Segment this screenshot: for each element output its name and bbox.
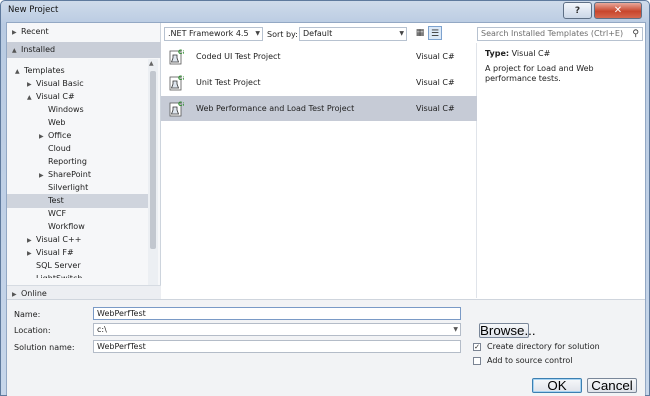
tree-item[interactable]: ▶ SharePoint (7, 168, 148, 182)
tree-item[interactable]: SQL Server (7, 259, 148, 273)
solution-name-label: Solution name: (14, 343, 75, 352)
template-name: Unit Test Project (196, 78, 261, 87)
tree-item[interactable]: ▲ Templates (7, 64, 148, 78)
solution-name-input[interactable]: WebPerfTest (93, 340, 461, 353)
type-line: Type: Visual C# (485, 49, 637, 59)
project-form: Name: WebPerfTest Location: c:\ ▼ Browse… (7, 299, 645, 396)
tree-item[interactable]: ▶ Office (7, 129, 148, 143)
source-control-label: Add to source control (487, 356, 573, 365)
title-bar: New Project ? ✕ (1, 1, 649, 22)
tree-item[interactable]: ▶ Visual F# (7, 246, 148, 260)
chevron-down-icon: ▼ (399, 30, 404, 37)
tree-item-label: Silverlight (48, 183, 89, 192)
ok-button[interactable]: OK (532, 378, 582, 393)
type-value: Visual C# (511, 49, 551, 58)
tree-item-label: Visual F# (36, 248, 74, 257)
template-details: Type: Visual C# A project for Load and W… (485, 49, 637, 84)
chevron-down-icon[interactable]: ▼ (453, 324, 458, 335)
source-control-checkbox[interactable] (473, 357, 481, 365)
sort-by-label: Sort by: (267, 30, 298, 39)
framework-select[interactable]: .NET Framework 4.5 ▼ (164, 27, 263, 41)
template-nav-pane: ▶ Recent ▲ Installed ▲ Templates ▶ Visual Bas… (7, 23, 161, 300)
svg-text:C#: C# (178, 75, 184, 82)
tree-item[interactable]: Workflow (7, 220, 148, 234)
new-project-dialog: New Project ? ✕ ▶ Recent ▲ Installed ▲ Temp… (0, 0, 650, 396)
tree-item-label: Workflow (48, 222, 85, 231)
scrollbar-thumb[interactable] (150, 71, 156, 249)
tree-scrollbar[interactable]: ▲ ▼ (148, 59, 158, 298)
tree-item[interactable]: Cloud (7, 142, 148, 156)
template-language: Visual C# (416, 78, 455, 87)
tree-item[interactable]: ▲ Visual C# (7, 90, 148, 104)
location-label: Location: (14, 326, 51, 335)
template-language: Visual C# (416, 52, 455, 61)
project-name-input[interactable]: WebPerfTest (93, 307, 461, 320)
tree-item-label: Test (48, 196, 64, 205)
medium-icons-view-icon[interactable]: ▦ (413, 26, 427, 40)
project-name-value: WebPerfTest (97, 309, 146, 318)
test-project-icon: C# (169, 49, 184, 65)
tree-item-label: LightSwitch (36, 274, 82, 278)
test-project-icon: C# (169, 101, 184, 117)
template-language: Visual C# (416, 104, 455, 113)
tree-item-label: SQL Server (36, 261, 81, 270)
tree-item[interactable]: Windows (7, 103, 148, 117)
location-value: c:\ (97, 325, 107, 334)
nav-online-label: Online (21, 289, 47, 298)
template-item[interactable]: C# Web Performance and Load Test Project V… (161, 96, 477, 121)
template-description: A project for Load and Web performance t… (485, 64, 594, 83)
tree-item[interactable]: ▶ Visual Basic (7, 77, 148, 91)
template-name: Web Performance and Load Test Project (196, 104, 355, 113)
template-item[interactable]: C# Unit Test Project Visual C# (161, 70, 477, 95)
tree-item-label: WCF (48, 209, 67, 218)
svg-text:C#: C# (178, 49, 184, 56)
tree-item[interactable]: Reporting (7, 155, 148, 169)
create-directory-label: Create directory for solution (487, 342, 600, 351)
small-icons-view-icon[interactable]: ☰ (428, 26, 442, 40)
sort-value: Default (303, 29, 333, 38)
tree-item-label: Web (48, 118, 66, 127)
location-input[interactable]: c:\ ▼ (93, 323, 461, 336)
tree-item-label: Templates (24, 66, 65, 75)
tree-item-label: Cloud (48, 144, 71, 153)
sort-by-select[interactable]: Default ▼ (299, 27, 407, 41)
dialog-body: ▶ Recent ▲ Installed ▲ Templates ▶ Visual Bas… (6, 22, 646, 396)
checkmark-icon: ✓ (474, 343, 480, 351)
tree-item-label: Visual Basic (36, 79, 84, 88)
template-name: Coded UI Test Project (196, 52, 281, 61)
solution-name-value: WebPerfTest (97, 342, 146, 351)
nav-online[interactable]: ▶ Online (7, 285, 161, 300)
dialog-title: New Project (8, 5, 59, 15)
search-templates-input[interactable]: Search Installed Templates (Ctrl+E) ⚲ (477, 27, 643, 41)
test-project-icon: C# (169, 75, 184, 91)
tree-item-label: Windows (48, 105, 84, 114)
tree-item[interactable]: WCF (7, 207, 148, 221)
search-placeholder: Search Installed Templates (Ctrl+E) (481, 29, 624, 38)
cancel-button[interactable]: Cancel (587, 378, 637, 393)
template-item[interactable]: C# Coded UI Test Project Visual C# (161, 44, 477, 69)
framework-value: .NET Framework 4.5 (168, 29, 249, 38)
help-button[interactable]: ? (563, 2, 592, 19)
chevron-down-icon: ▼ (255, 30, 260, 37)
tree-item-label: Visual C++ (36, 235, 82, 244)
close-button[interactable]: ✕ (594, 2, 642, 19)
tree-item-label: Visual C# (36, 92, 75, 101)
create-directory-checkbox[interactable]: ✓ (473, 343, 481, 351)
tree-item[interactable]: ▶ Visual C++ (7, 233, 148, 247)
type-label: Type: (485, 49, 510, 58)
svg-text:C#: C# (178, 101, 184, 108)
scroll-up-icon[interactable]: ▲ (149, 60, 154, 67)
name-label: Name: (14, 310, 41, 319)
tree-item[interactable]: Web (7, 116, 148, 130)
tree-item[interactable]: LightSwitch (7, 272, 148, 278)
tree-item-label: Reporting (48, 157, 87, 166)
tree-item-label: SharePoint (48, 170, 91, 179)
template-list: C# Coded UI Test Project Visual C# C# Unit T… (161, 43, 477, 298)
tree-item[interactable]: Silverlight (7, 181, 148, 195)
template-tree: ▲ Templates ▶ Visual Basic ▲ Visual C# Windows… (7, 23, 148, 278)
search-icon[interactable]: ⚲ (632, 28, 639, 40)
tree-item[interactable]: Test (7, 194, 148, 208)
tree-item-label: Office (48, 131, 72, 140)
browse-button[interactable]: Browse... (479, 323, 536, 338)
